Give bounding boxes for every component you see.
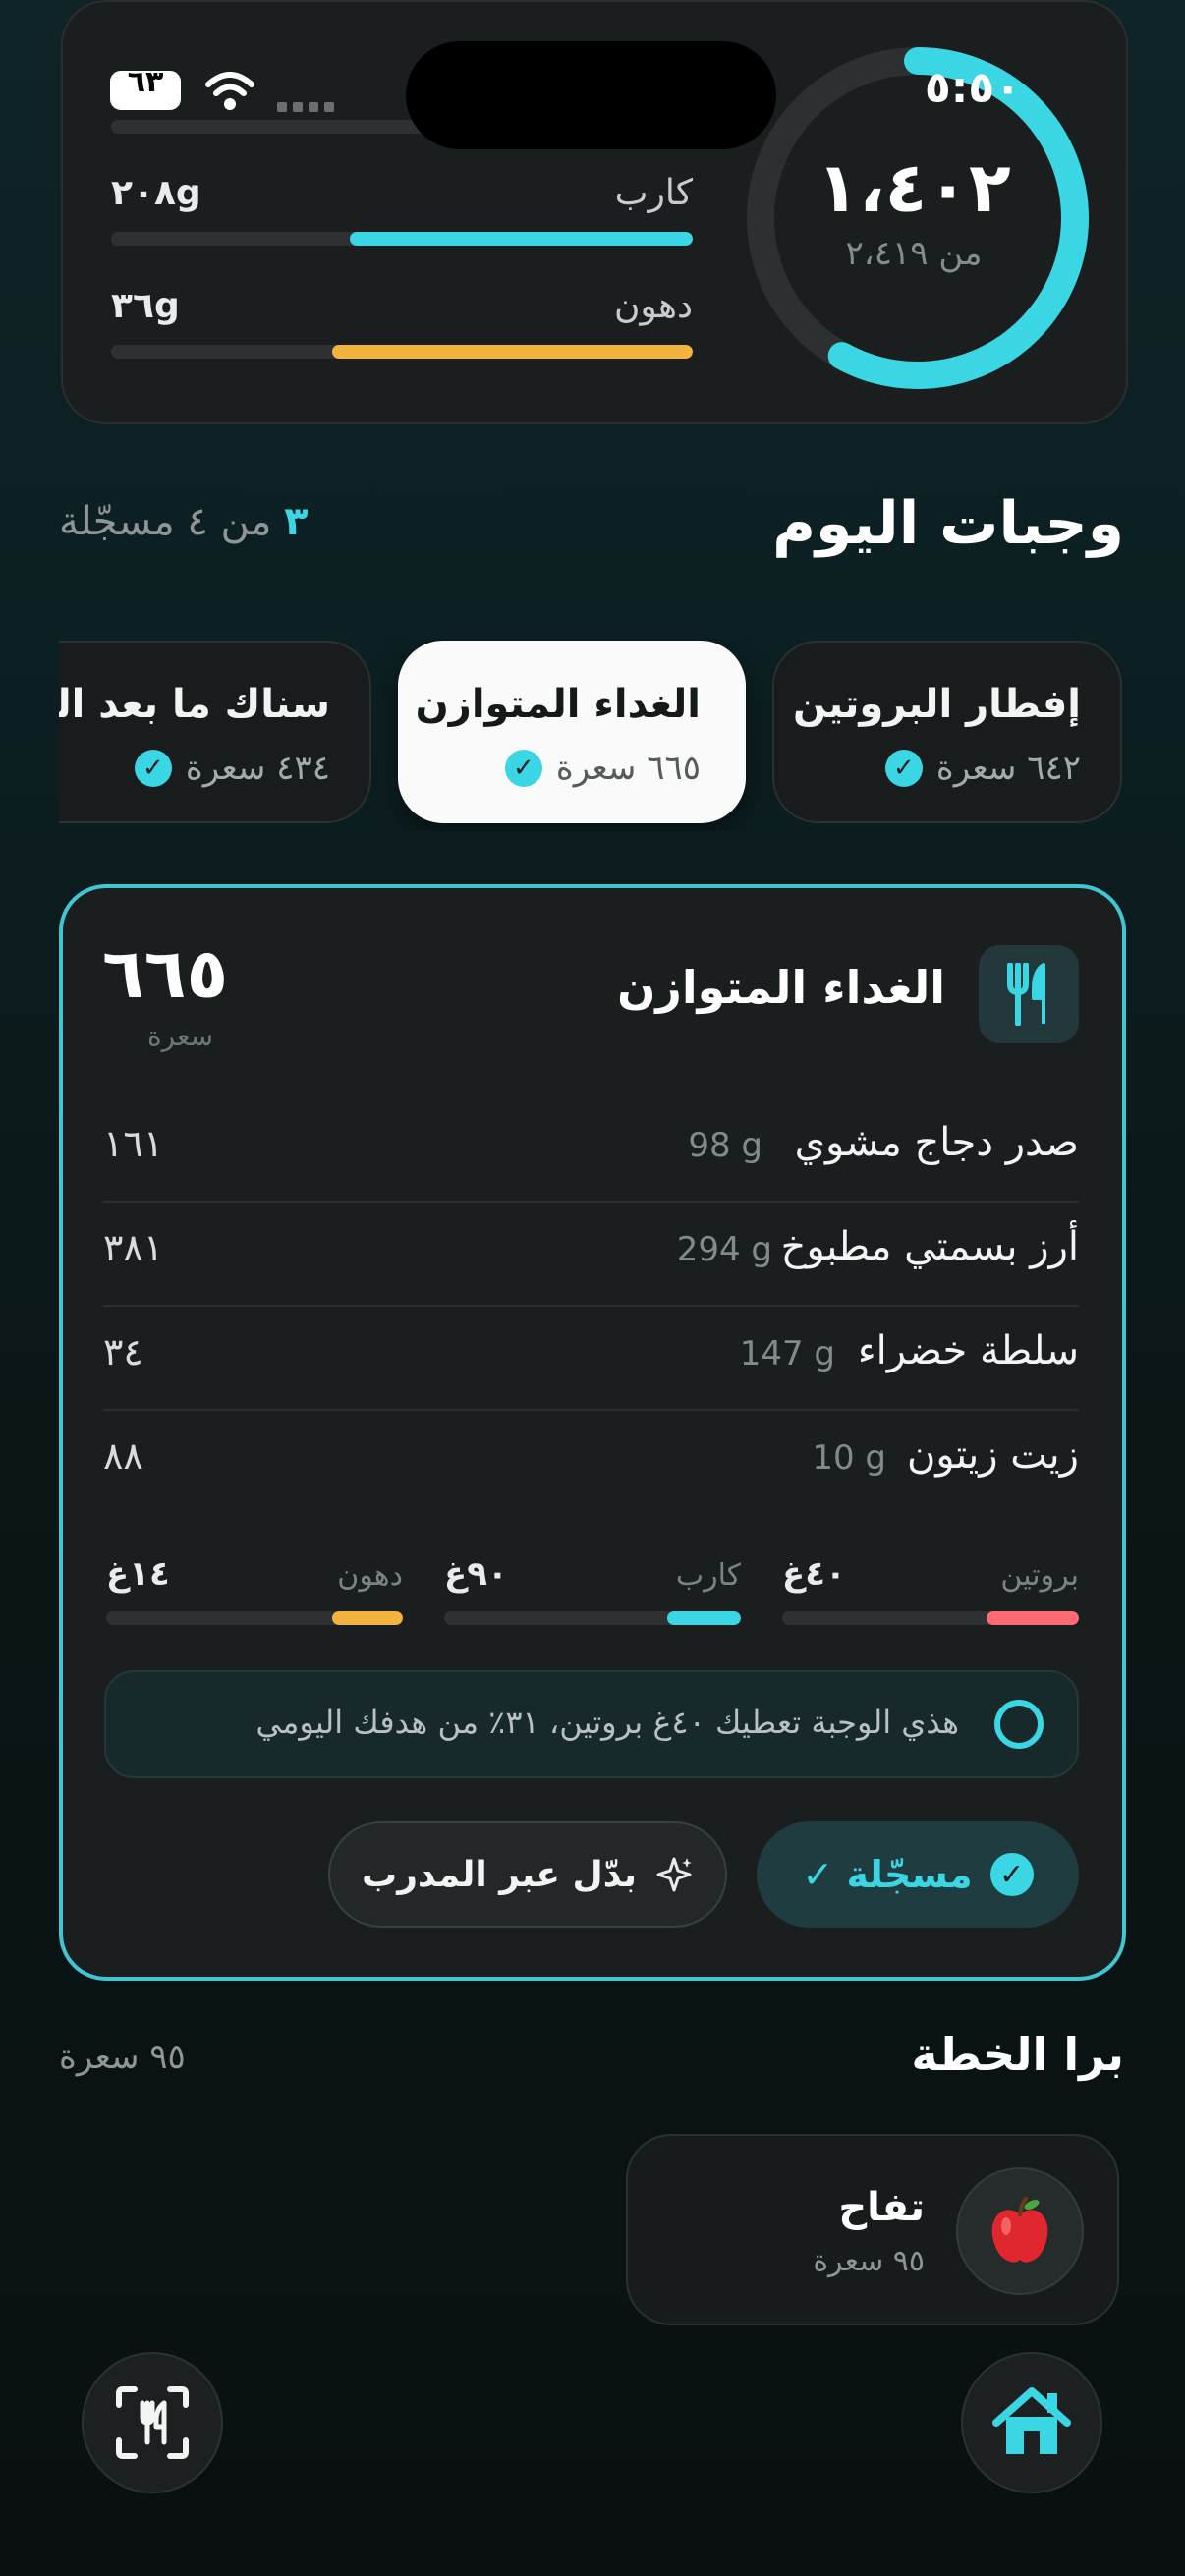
food-name: زيت زيتون	[907, 1432, 1079, 1478]
scan-food-icon	[116, 2386, 189, 2459]
swap-via-coach-button[interactable]: بدّل عبر المدرب	[328, 1821, 727, 1928]
food-grams: 98 g	[688, 1126, 762, 1165]
off-plan-item-name: تفاح	[838, 2185, 925, 2230]
meal-macro-carbs: كارب ٩٠غ	[444, 1552, 741, 1631]
dynamic-island	[406, 41, 776, 149]
meal-icon-tile	[979, 945, 1079, 1043]
meal-tab-title: الغداء المتوازن	[415, 682, 701, 727]
macro-progress-fill	[349, 232, 693, 246]
apple-icon	[956, 2167, 1084, 2295]
battery-icon: ٦٣	[110, 65, 181, 110]
food-row[interactable]: صدر دجاج مشوي 98 g ١٦١	[103, 1096, 1079, 1203]
meal-tab-snack[interactable]: سناك ما بعد التمرين ٤٣٤ سعرة ✓	[59, 641, 371, 823]
scan-food-button[interactable]	[82, 2352, 223, 2493]
meal-tab-calories: ٦٤٢ سعرة	[935, 749, 1081, 788]
battery-level: ٦٣	[127, 65, 164, 99]
meal-macro-label: بروتين	[1000, 1558, 1079, 1593]
meal-tab-breakfast[interactable]: إفطار البروتين ٦٤٢ سعرة ✓	[772, 641, 1122, 823]
meals-logged-count: ٣ من ٤ مسجّلة	[59, 499, 309, 544]
meal-title: الغداء المتوازن	[617, 961, 945, 1014]
meal-macro-track	[444, 1611, 741, 1625]
meal-macro-value: ١٤غ	[106, 1554, 170, 1594]
meal-macro-value: ٤٠غ	[782, 1554, 846, 1594]
meal-macro-fill	[987, 1611, 1079, 1625]
food-row[interactable]: زيت زيتون 10 g ٨٨	[103, 1409, 1079, 1513]
meal-insight-banner: هذي الوجبة تعطيك ٤٠غ بروتين، ٣١٪ من هدفك…	[104, 1670, 1079, 1778]
food-calories: ٣٨١	[103, 1226, 164, 1269]
wifi-icon	[205, 72, 254, 110]
home-button[interactable]	[961, 2352, 1102, 2493]
check-icon: ✓	[989, 1853, 1034, 1896]
food-name: صدر دجاج مشوي	[794, 1120, 1079, 1165]
food-name: سلطة خضراء	[857, 1328, 1079, 1373]
meal-macro-fill	[666, 1611, 741, 1625]
macro-label: دهون	[613, 286, 693, 326]
meal-macro-label: كارب	[675, 1558, 741, 1593]
meals-logged-text: من ٤ مسجّلة	[59, 499, 272, 544]
macro-label: كارب	[614, 173, 693, 213]
meal-tabs-scroller[interactable]: إفطار البروتين ٦٤٢ سعرة ✓ الغداء المتواز…	[59, 639, 1126, 831]
calories-target: من ٢،٤١٩	[845, 234, 983, 273]
meal-logged-label: مسجّلة ✓	[802, 1853, 973, 1896]
macro-progress-track	[111, 345, 693, 359]
meal-tab-calories: ٤٣٤ سعرة	[185, 749, 330, 788]
macro-row-carbs: كارب ٢٠٨g	[111, 167, 693, 255]
meal-macro-track	[782, 1611, 1079, 1625]
food-grams: 10 g	[812, 1438, 886, 1478]
macro-progress-fill	[331, 345, 693, 359]
meal-tab-calories: ٦٦٥ سعرة	[555, 749, 701, 788]
sparkle-icon	[656, 1857, 692, 1892]
food-name: أرز بسمتي مطبوخ	[780, 1224, 1079, 1269]
meal-calories-unit: سعرة	[147, 1020, 214, 1052]
macro-progress-track	[111, 232, 693, 246]
meal-macro-protein: بروتين ٤٠غ	[782, 1552, 1079, 1631]
insight-text: هذي الوجبة تعطيك ٤٠غ بروتين، ٣١٪ من هدفك…	[255, 1704, 959, 1741]
meal-logged-button[interactable]: ✓ مسجّلة ✓	[757, 1821, 1079, 1928]
status-time: ٥:٥٠	[924, 63, 1022, 113]
meal-tab-title: إفطار البروتين	[793, 682, 1081, 727]
off-plan-item-calories: ٩٥ سعرة	[813, 2244, 925, 2278]
meal-macro-label: دهون	[337, 1558, 403, 1593]
off-plan-item-card[interactable]: تفاح ٩٥ سعرة	[626, 2134, 1119, 2325]
today-meals-title: وجبات اليوم	[772, 489, 1124, 558]
meal-macro-fill	[331, 1611, 403, 1625]
meal-macro-value: ٩٠غ	[444, 1554, 508, 1594]
check-icon: ✓	[504, 750, 542, 787]
swap-label: بدّل عبر المدرب	[362, 1854, 637, 1895]
off-plan-title: برا الخطة	[911, 2028, 1124, 2081]
macro-row-fat: دهون ٣٦g	[111, 280, 693, 368]
meal-macro-fat: دهون ١٤غ	[106, 1552, 403, 1631]
fork-knife-icon	[1007, 963, 1045, 1026]
home-icon	[992, 2387, 1071, 2454]
off-plan-total: ٩٥ سعرة	[59, 2038, 186, 2077]
insight-ring-icon	[994, 1700, 1044, 1749]
macro-value: ٣٦g	[111, 286, 180, 326]
meal-tab-title: سناك ما بعد التمرين	[59, 682, 330, 727]
check-icon: ✓	[134, 750, 172, 787]
meals-logged-number: ٣	[284, 499, 309, 544]
check-icon: ✓	[884, 750, 923, 787]
food-row[interactable]: سلطة خضراء 147 g ٣٤	[103, 1305, 1079, 1411]
food-calories: ١٦١	[103, 1122, 164, 1165]
meal-tab-lunch[interactable]: الغداء المتوازن ٦٦٥ سعرة ✓	[398, 641, 746, 823]
signal-dots-icon	[277, 102, 334, 112]
food-row[interactable]: أرز بسمتي مطبوخ 294 g ٣٨١	[103, 1201, 1079, 1307]
macro-value: ٢٠٨g	[111, 173, 201, 213]
food-calories: ٨٨	[103, 1434, 143, 1478]
food-grams: 147 g	[739, 1334, 835, 1373]
calories-consumed: ١،٤٠٢	[817, 147, 1011, 228]
food-calories: ٣٤	[103, 1330, 143, 1373]
food-grams: 294 g	[676, 1230, 772, 1269]
meal-calories: ٦٦٥	[102, 933, 229, 1014]
meal-macro-track	[106, 1611, 403, 1625]
